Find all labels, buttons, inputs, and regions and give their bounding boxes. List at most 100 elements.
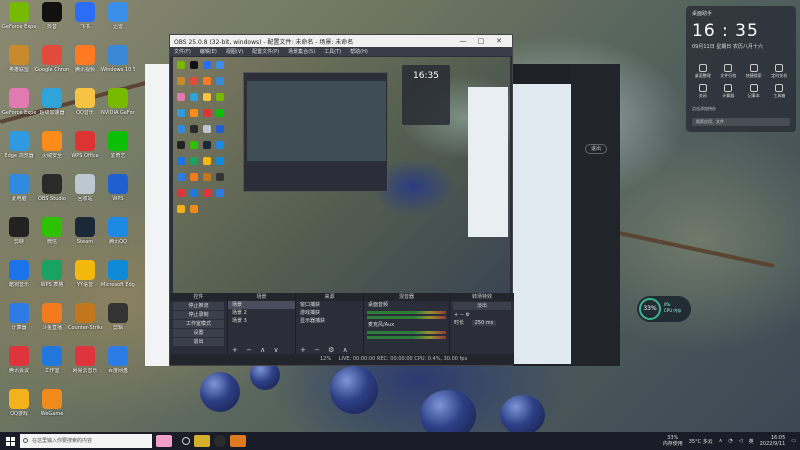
desktop-icon[interactable]: OBS Studio [35, 174, 69, 218]
background-window-left[interactable] [145, 64, 169, 366]
background-window-right[interactable]: 退出 [513, 64, 620, 366]
minimize-icon[interactable]: — [454, 37, 472, 45]
desktop-icon[interactable]: 爱奇艺 [101, 131, 135, 175]
taskbar-app-icon[interactable] [156, 435, 172, 447]
desktop-icon[interactable]: Steam [68, 217, 102, 261]
exit-button[interactable]: 退出 [585, 144, 607, 154]
desktop-icon[interactable]: 英雄联盟 [2, 45, 36, 89]
desktop-icon[interactable]: 工作室 [35, 346, 69, 390]
studio-mode-button[interactable]: 工作室模式 [173, 320, 224, 328]
widget-tool[interactable]: 记事本 [741, 84, 767, 99]
desktop-icon[interactable]: 微信 [35, 217, 69, 261]
audio-volume-slider[interactable] [367, 316, 446, 319]
widget-todo[interactable]: 点击添加待办 [692, 106, 716, 112]
transition-select[interactable]: 淡出 [453, 302, 511, 310]
audio-volume-slider[interactable] [367, 336, 446, 339]
app-icon [75, 303, 95, 323]
obs-titlebar[interactable]: OBS 25.0.8 (32-bit, windows) - 配置文件: 未命名… [170, 35, 512, 47]
desktop-icon[interactable]: WPS Office [68, 131, 102, 175]
obs-window[interactable]: OBS 25.0.8 (32-bit, windows) - 配置文件: 未命名… [169, 34, 514, 366]
taskbar-app-icon[interactable] [194, 435, 210, 447]
desktop-icon[interactable]: 回收站 [68, 174, 102, 218]
menu-view[interactable]: 视图(V) [226, 48, 243, 55]
widget-tool[interactable]: 快捷搜索 [741, 64, 767, 79]
desktop-icon[interactable]: YY语音 [68, 260, 102, 304]
menu-file[interactable]: 文件(F) [174, 48, 191, 55]
stop-streaming-button[interactable]: 停止推流 [173, 302, 224, 310]
stop-recording-button[interactable]: 停止录制 [173, 311, 224, 319]
taskbar-search-input[interactable]: 在这里输入你要搜索的内容 [20, 434, 152, 448]
desktop-widget[interactable]: 桌面助手 16 : 35 09月11日 星期日 农历八月十六 桌面整理 文件归档… [686, 6, 796, 132]
desktop-icon[interactable]: 腾讯QQ [101, 217, 135, 261]
menu-tools[interactable]: 工具(T) [324, 48, 341, 55]
source-item[interactable]: 游戏捕获 [296, 309, 363, 317]
settings-button[interactable]: 设置 [173, 329, 224, 337]
network-icon[interactable]: ◔ [728, 438, 732, 444]
widget-tool[interactable]: 文件归档 [716, 64, 742, 79]
desktop-icon[interactable]: QQ游戏 [2, 389, 36, 433]
source-item[interactable]: 窗口捕获 [296, 301, 363, 309]
obs-preview[interactable]: 16:35 [173, 57, 510, 302]
duration-input[interactable]: 250 ms [471, 320, 497, 326]
taskbar-clock[interactable]: 16:05 2022/9/11 [760, 435, 786, 447]
desktop-icon[interactable]: QQ音乐 [68, 88, 102, 132]
widget-tool[interactable]: 桌面整理 [690, 64, 716, 79]
desktop-icon[interactable]: GeForce Experience 2020 [2, 88, 36, 132]
menu-profile[interactable]: 配置文件(P) [252, 48, 279, 55]
memory-indicator[interactable]: 33% 内存使用 [663, 435, 683, 447]
scene-item[interactable]: 场景 2 [228, 309, 295, 317]
weather-indicator[interactable]: 35°C 多云 [689, 438, 713, 445]
volume-icon[interactable]: ◁ [739, 438, 743, 444]
scene-item[interactable]: 场景 3 [228, 317, 295, 325]
widget-tool[interactable]: 计算器 [716, 84, 742, 99]
widget-search-input[interactable]: 搜索应用、文件 [692, 118, 790, 126]
desktop-icon[interactable]: NVIDIA GeForce [101, 88, 135, 132]
desktop-icon[interactable]: 迅雷 [101, 2, 135, 46]
desktop-icon-label: 斗鱼直播 [41, 325, 62, 331]
desktop-icon[interactable]: 计算器 [2, 303, 36, 347]
task-view-icon[interactable] [182, 437, 190, 445]
menu-scene-collection[interactable]: 场景集合(S) [288, 48, 315, 55]
maximize-icon[interactable]: □ [472, 37, 490, 45]
taskbar-app-icon[interactable] [230, 435, 246, 447]
desktop-icon[interactable]: WPS 表格 [35, 260, 69, 304]
desktop-icon[interactable]: Edge 浏览器 [2, 131, 36, 175]
source-item[interactable]: 显示器捕获 [296, 317, 363, 325]
notification-icon[interactable]: ▭ [791, 438, 796, 444]
desktop-icon[interactable]: 此电脑 [2, 174, 36, 218]
desktop-icon[interactable]: Windows 10 Skin [101, 45, 135, 89]
transition-toolbar[interactable]: + − ⚙ [450, 311, 514, 319]
desktop-icon[interactable]: 腾讯视频 [68, 45, 102, 89]
desktop-icon[interactable]: 飞书 [68, 2, 102, 46]
chevron-up-icon[interactable]: ∧ [719, 438, 723, 444]
window-title: OBS 25.0.8 (32-bit, windows) - 配置文件: 未命名… [174, 38, 354, 46]
ime-indicator[interactable]: 英 [749, 438, 754, 445]
desktop-icon[interactable]: 抖音 [35, 2, 69, 46]
cpu-gauge[interactable]: 33% 0% CPU 内存 [637, 296, 691, 322]
desktop-icon[interactable]: 腾讯会议 [2, 346, 36, 390]
start-button[interactable] [0, 432, 20, 450]
menu-help[interactable]: 帮助(H) [350, 48, 368, 55]
desktop-icon[interactable]: 火绒安全 [35, 131, 69, 175]
desktop-icon[interactable]: WeGame [35, 389, 69, 433]
scene-item[interactable]: 场景 [228, 301, 295, 309]
widget-tool[interactable]: 工具箱 [767, 84, 793, 99]
widget-tool[interactable]: 关闭 [690, 84, 716, 99]
desktop-icon[interactable]: GeForce Experience [2, 2, 36, 46]
close-icon[interactable]: ✕ [490, 37, 508, 45]
desktop-icon[interactable]: Microsoft Edge [101, 260, 135, 304]
desktop-icon[interactable]: 斗鱼直播 [35, 303, 69, 347]
desktop-icon[interactable]: 剪映 [2, 217, 36, 261]
desktop-icon[interactable]: Google Chrome [35, 45, 69, 89]
widget-tool[interactable]: 定时关机 [767, 64, 793, 79]
desktop-icon[interactable]: 网易云音乐 [68, 346, 102, 390]
desktop-icon[interactable]: Counter-Strike Global [68, 303, 102, 347]
desktop-icon[interactable]: WPS [101, 174, 135, 218]
menu-edit[interactable]: 编辑(E) [200, 48, 217, 55]
desktop-icon[interactable]: 剪辑 [101, 303, 135, 347]
desktop-icon[interactable]: 百度网盘 [101, 346, 135, 390]
obs-taskbar-icon[interactable] [214, 435, 226, 447]
exit-obs-button[interactable]: 退出 [173, 338, 224, 346]
desktop-icon[interactable]: 超级加速器 [35, 88, 69, 132]
desktop-icon[interactable]: 酷狗音乐 [2, 260, 36, 304]
